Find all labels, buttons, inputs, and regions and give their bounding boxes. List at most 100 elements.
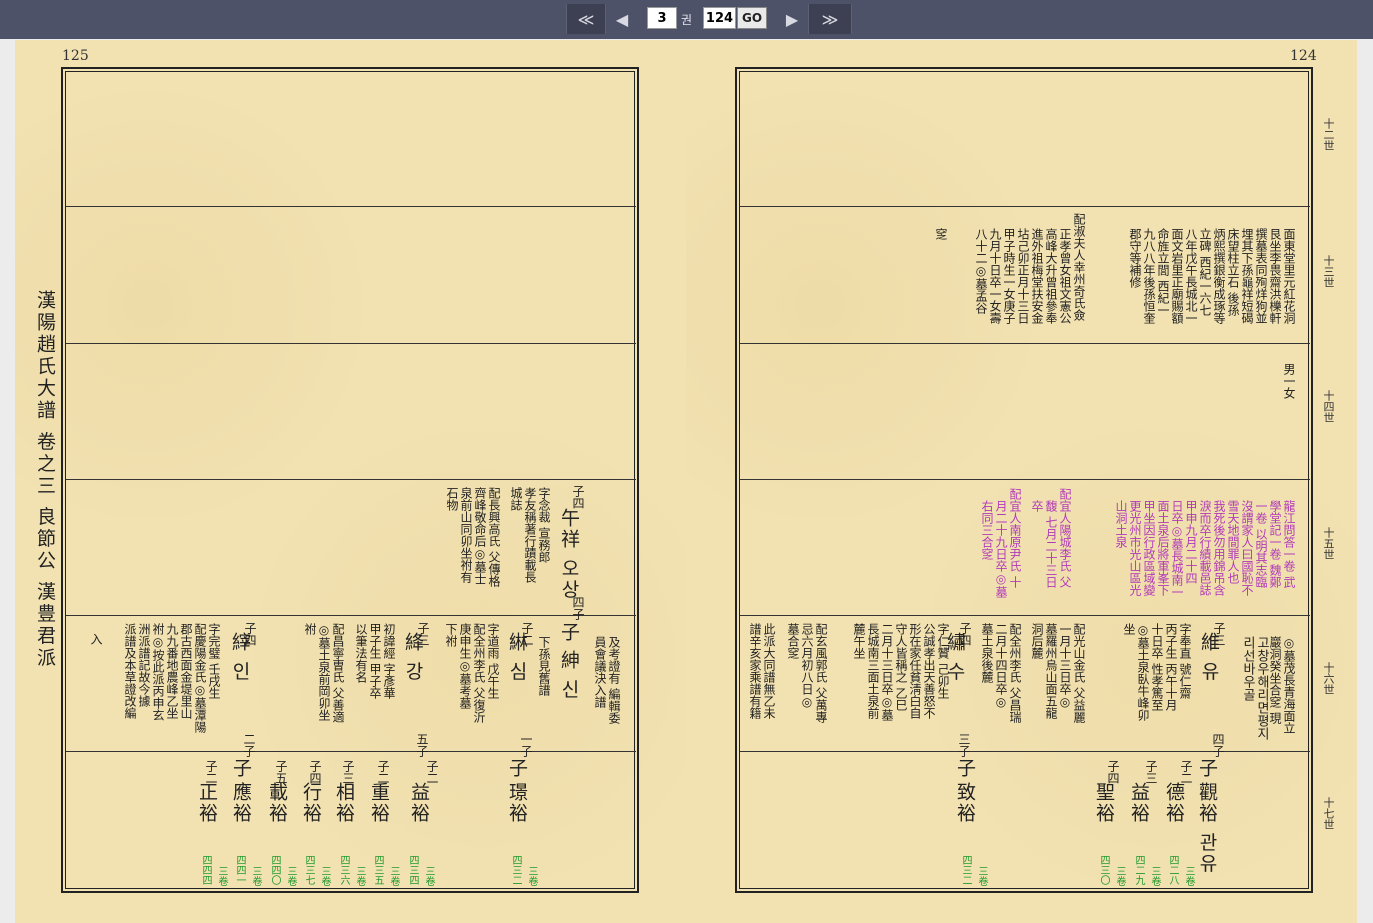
person-name: 午祥 오상 [558,508,580,601]
volume-reference: 四三四 [407,855,418,885]
genealogy-note: 九月十日卒一女壽 [988,228,1002,324]
volume-reference: 四三二 [960,855,971,885]
genealogy-note: 配全州李氏 父昌瑞 [1008,623,1022,723]
genealogy-note: 郡古西面金堤里山 [179,623,193,719]
volume-reference: 四三五 [372,855,383,885]
genealogy-note: 立碑 西紀一六七 [1198,228,1212,316]
genealogy-note: 配淑夫人幸州奇氏僉 [1072,213,1086,321]
genealogy-note: 石物 [445,487,459,511]
genealogy-note: 二月十四日卒◎ [994,623,1008,709]
genealogy-note: 艮坐李畏齋洪櫟軒 [1268,228,1282,324]
volume-reference: 三卷 [216,866,227,886]
genealogy-note: 子三 [1144,760,1158,784]
person-name: 縡 인 [229,632,251,683]
genealogy-note: 員會議決入譜 [593,636,607,708]
genealogy-note: 學堂記一卷 魏鄭 [1268,500,1282,588]
last-page-button[interactable]: ≫ [808,4,852,34]
person-name: 致裕 [954,782,976,824]
genealogy-note: 高峰大升曾祖參奉 [1044,228,1058,324]
volume-reference: 四三二 [510,855,521,885]
genealogy-note: 山洞土泉 [1114,500,1128,548]
genealogy-note: 二月十三日卒◎墓 [880,623,894,721]
person-name: 行裕 [300,782,322,824]
genealogy-note: 配玄風郭氏 父萬專 [814,623,828,723]
genealogy-note: 床望柱立石 後孫 [1226,228,1240,316]
genealogy-note: 孝友稱著行蹟載長 [523,487,537,583]
genealogy-note: 一月十三日卒◎ [1058,623,1072,709]
next-page-button[interactable]: ▶ [776,4,808,34]
genealogy-note: 子二 [1179,760,1193,784]
row-divider [740,479,1310,480]
right-page-number: 124 [1290,48,1317,64]
genealogy-note: 命旌立閭 西紀一 [1156,228,1170,316]
genealogy-note: 麓午坐 [852,623,866,659]
generation-label: 十五世 [1322,527,1335,560]
person-name: 子 [954,758,976,779]
genealogy-note: 日卒◎墓長城南一 [1170,500,1184,598]
genealogy-note: 譜辛亥家乘譜有籍 [748,623,762,719]
row-divider [66,479,636,480]
person-name: 子 [230,758,252,779]
genealogy-note: 甲申九月二十四 [1184,500,1198,584]
genealogy-note: 一卷 以明其志臨 [1254,500,1268,588]
volume-reference: 四三〇 [1098,855,1109,885]
volume-reference: 三卷 [319,866,330,886]
genealogy-note: 初諱經 字彥華 [382,623,396,699]
genealogy-note: 馥 七月二十三日 [1044,500,1058,588]
genealogy-note: 守人皆稱之 乙巳 [894,623,908,711]
genealogy-note: 配長興高氏 父傳格 [487,487,501,587]
genealogy-note: 子五 [274,760,288,784]
person-name: 正裕 [196,782,218,824]
generation-label: 十七世 [1322,797,1335,830]
genealogy-note: 五子 [415,733,429,757]
volume-reference: 四四一 [234,855,245,885]
row-divider [740,206,1310,207]
genealogy-note: 甲子時生一女庚子 [1002,228,1016,324]
genealogy-note: 龍江問答一卷 武 [1282,500,1296,588]
go-button[interactable]: GO [737,7,767,29]
genealogy-note: 及考證有 編輯委 [607,636,621,724]
volume-unit-label: 권 [681,13,693,27]
volume-reference: 三卷 [526,866,537,886]
genealogy-note: 子四 [1106,760,1120,784]
generation-label: 十四世 [1322,390,1335,423]
generation-label: 十三世 [1322,255,1335,288]
person-name: 聖裕 [1093,782,1115,824]
person-name: 維 유 [1198,632,1220,683]
genealogy-note: 卒 [1030,500,1044,512]
genealogy-note: 雪天地間罪人也 [1226,500,1240,584]
left-page-number: 125 [62,48,89,64]
genealogy-note: 坐 [1122,623,1136,635]
genealogy-note: 字奉直 號仁齋 [1178,623,1192,699]
person-name: 相裕 [333,782,355,824]
genealogy-note: 面土泉后將軍峯下 [1156,500,1170,596]
genealogy-note: 八年戊午長城北一 [1184,228,1198,324]
previous-page-button[interactable]: ◀ [606,4,638,34]
genealogy-note: 墓合窆 [786,623,800,659]
genealogy-note: 子二 [376,760,390,784]
genealogy-note: 子二 [204,760,218,784]
genealogy-note: 一子 [519,733,533,757]
genealogy-note: 洞后麓 [1030,623,1044,659]
volume-reference: 三卷 [388,866,399,886]
genealogy-note: 面文岩里正廟賜額 [1170,228,1184,324]
generation-label: 十二世 [1322,118,1335,151]
genealogy-note: 淚而卒行績載邑誌 [1198,500,1212,596]
genealogy-note: 리선바우골 [1240,636,1255,701]
genealogy-note: 坫己卯正月十三日 [1016,228,1030,324]
genealogy-note: 字道雨 戊午生 [486,623,500,699]
first-page-button[interactable]: ≪ [566,4,606,34]
volume-input[interactable] [647,7,677,29]
genealogy-note: 撰墓表同殉烊狗並 [1254,228,1268,324]
page-number-input[interactable] [703,7,736,29]
person-name: 子 [506,758,528,779]
genealogy-note: 祔◎按此派丙申玄 [151,623,165,721]
volume-reference: 三卷 [1183,866,1194,886]
genealogy-note: 庚申生◎墓考墓 [458,623,472,709]
genealogy-note: 四子 [1211,733,1225,757]
genealogy-note: ◎墓土泉前岡卯坐 [317,623,331,721]
row-divider [66,343,636,344]
genealogy-note: 配宜人南原尹氏 十 [1008,488,1022,588]
genealogy-note: 四子 [571,596,585,620]
genealogy-note: 配慶陽金氏◎墓潭陽 [193,623,207,733]
